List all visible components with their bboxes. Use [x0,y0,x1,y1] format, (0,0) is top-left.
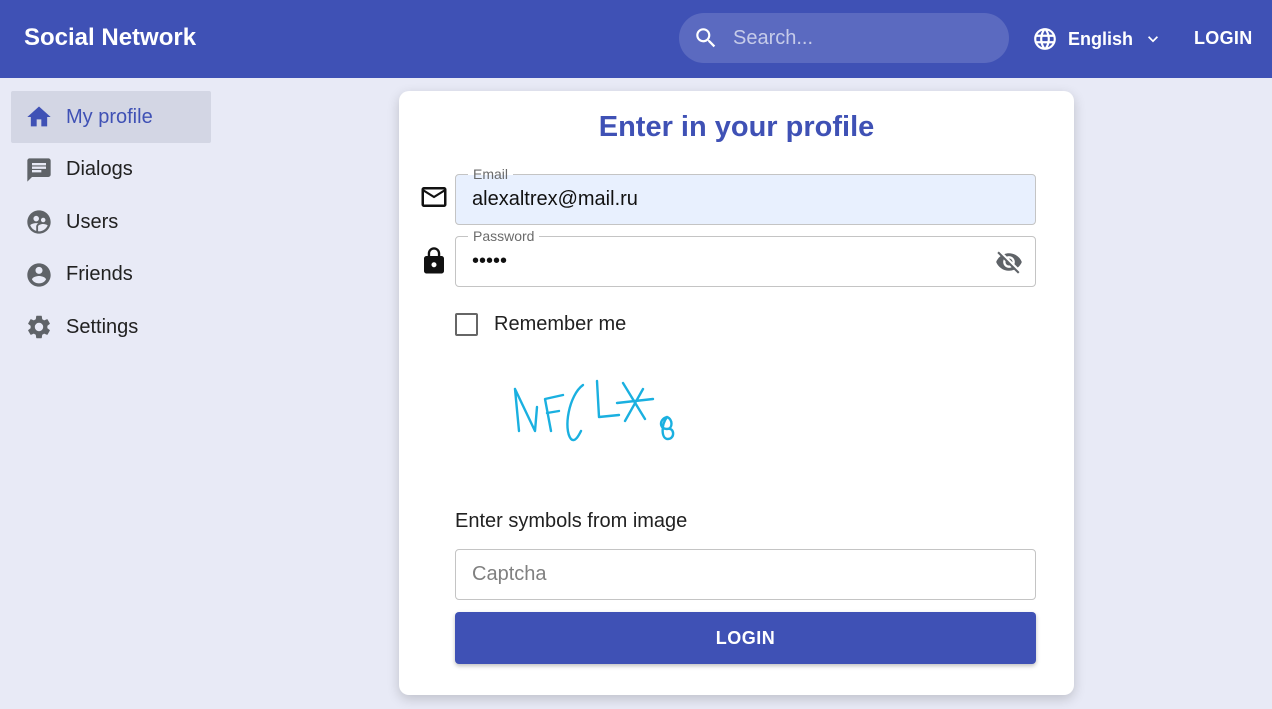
captcha-instruction: Enter symbols from image [455,510,688,532]
language-selector[interactable]: English [1032,24,1163,54]
account-circle-icon [27,262,51,287]
sidebar-item-my-profile[interactable]: My profile [11,91,211,143]
chat-icon [27,157,51,182]
sidebar-item-label: Users [66,210,119,233]
checkbox-box[interactable] [455,313,478,336]
brand-title[interactable]: Social Network [24,24,196,52]
visibility-off-icon[interactable] [995,248,1023,276]
remember-me-label: Remember me [494,313,627,335]
password-field[interactable]: Password [455,227,1036,287]
users-icon [27,210,51,234]
remember-me-checkbox[interactable]: Remember me [455,313,626,336]
sidebar-item-label: My profile [66,105,153,128]
sidebar-item-label: Friends [66,263,133,285]
sidebar-item-friends[interactable]: Friends [11,249,211,301]
mail-icon [421,187,447,207]
sidebar-item-settings[interactable]: Settings [11,301,211,353]
captcha-field[interactable] [455,549,1036,600]
gear-icon [28,315,50,339]
header-login-button[interactable]: LOGIN [1194,28,1253,49]
password-input[interactable] [472,237,992,286]
captcha-image [513,379,675,442]
login-card: Enter in your profile Email Password Rem… [399,91,1074,695]
email-input[interactable] [472,175,992,224]
login-submit-button[interactable]: LOGIN [455,612,1036,664]
sidebar-item-dialogs[interactable]: Dialogs [11,144,211,196]
app-bar: Social Network English LOGIN [0,0,1272,78]
search-box[interactable] [679,13,1009,63]
sidebar-item-label: Dialogs [66,158,133,180]
lock-icon [424,247,444,274]
sidebar-item-label: Settings [66,315,139,338]
page-title: Enter in your profile [598,111,875,143]
chevron-down-icon [1148,36,1159,43]
home-icon [27,106,51,127]
search-input[interactable] [733,13,993,63]
globe-icon [1034,28,1056,50]
language-label: English [1068,28,1134,49]
search-icon [696,28,716,48]
email-field[interactable]: Email [455,165,1036,225]
sidebar: My profile Dialogs Users Friends Setting… [11,91,211,354]
captcha-input[interactable] [472,550,992,599]
sidebar-item-users[interactable]: Users [11,196,211,248]
